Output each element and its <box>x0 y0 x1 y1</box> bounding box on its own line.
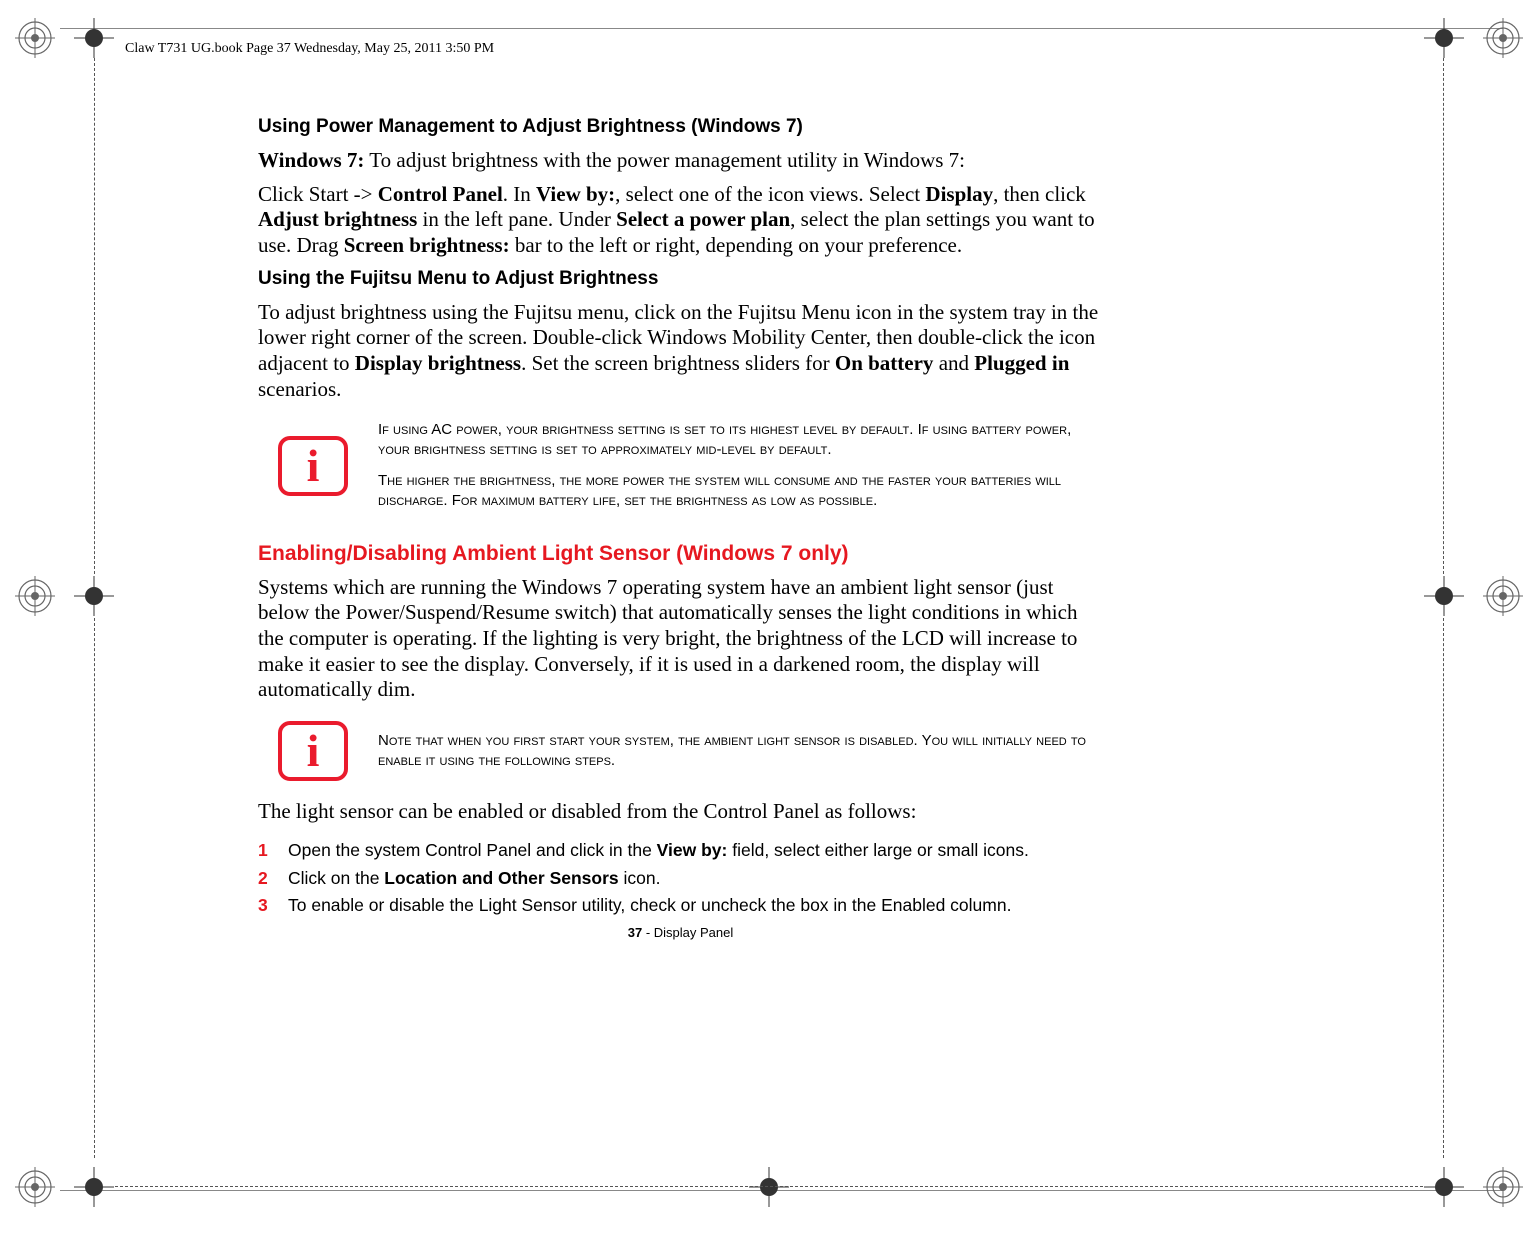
text: . Set the screen brightness sliders for <box>521 351 835 375</box>
step-1: 1 Open the system Control Panel and clic… <box>258 840 1103 861</box>
register-mark-icon <box>1483 18 1523 58</box>
bold-display-brightness: Display brightness <box>355 351 521 375</box>
note2-p1: Note that when you first start your syst… <box>378 731 1093 772</box>
text: and <box>933 351 974 375</box>
frame-line-top <box>60 28 1503 29</box>
text: Open the system Control Panel and click … <box>288 840 657 860</box>
guide-line <box>1443 618 1444 1158</box>
text: scenarios. <box>258 377 341 401</box>
crosshair-mark-icon <box>1424 576 1464 616</box>
step-number: 1 <box>258 840 270 861</box>
text: , then click <box>993 182 1086 206</box>
text: To adjust brightness with the power mana… <box>364 148 965 172</box>
step-text: Open the system Control Panel and click … <box>288 840 1103 861</box>
bold-plugged-in: Plugged in <box>974 351 1069 375</box>
note1-p1: If using AC power, your brightness setti… <box>378 420 1093 461</box>
crosshair-mark-icon <box>74 18 114 58</box>
page-footer: 37 - Display Panel <box>258 925 1103 941</box>
guide-line <box>94 58 95 574</box>
note-text-1: If using AC power, your brightness setti… <box>378 420 1093 511</box>
page-number: 37 <box>628 925 642 940</box>
para-win7-intro: Windows 7: To adjust brightness with the… <box>258 148 1103 174</box>
running-header: Claw T731 UG.book Page 37 Wednesday, May… <box>125 41 494 57</box>
info-glyph: i <box>307 728 320 774</box>
bold-select-plan: Select a power plan <box>616 207 790 231</box>
heading-ambient-sensor: Enabling/Disabling Ambient Light Sensor … <box>258 541 1103 567</box>
register-mark-icon <box>15 18 55 58</box>
crosshair-mark-icon <box>1424 1167 1464 1207</box>
info-icon: i <box>278 436 348 496</box>
text: , select one of the icon views. Select <box>615 182 925 206</box>
register-mark-icon <box>1483 576 1523 616</box>
bold-screen-brightness: Screen brightness: <box>344 233 510 257</box>
page-content: Using Power Management to Adjust Brightn… <box>258 115 1103 940</box>
note-box-1: i If using AC power, your brightness set… <box>258 420 1103 511</box>
text: Click on the <box>288 868 384 888</box>
note-box-2: i Note that when you first start your sy… <box>258 721 1103 781</box>
step-3: 3 To enable or disable the Light Sensor … <box>258 895 1103 916</box>
step-list: 1 Open the system Control Panel and clic… <box>258 840 1103 916</box>
guide-line <box>94 618 95 1158</box>
step-number: 3 <box>258 895 270 916</box>
footer-label: - Display Panel <box>642 925 733 940</box>
crosshair-mark-icon <box>749 1167 789 1207</box>
text: icon. <box>619 868 661 888</box>
step-text: Click on the Location and Other Sensors … <box>288 868 1103 889</box>
bold-adjust-brightness: Adjust brightness <box>258 207 417 231</box>
bold-view-by: View by: <box>657 840 728 860</box>
guide-line <box>115 1186 1423 1187</box>
crosshair-mark-icon <box>1424 18 1464 58</box>
step-number: 2 <box>258 868 270 889</box>
heading-power-mgmt: Using Power Management to Adjust Brightn… <box>258 115 1103 138</box>
text: in the left pane. Under <box>417 207 616 231</box>
para-fujitsu: To adjust brightness using the Fujitsu m… <box>258 300 1103 402</box>
bold-display: Display <box>925 182 993 206</box>
text: bar to the left or right, depending on y… <box>510 233 963 257</box>
register-mark-icon <box>15 1167 55 1207</box>
text: field, select either large or small icon… <box>727 840 1029 860</box>
register-mark-icon <box>15 576 55 616</box>
note-text-2: Note that when you first start your syst… <box>378 731 1093 772</box>
guide-line <box>1443 58 1444 574</box>
label-win7: Windows 7: <box>258 148 364 172</box>
info-glyph: i <box>307 443 320 489</box>
para-enable-intro: The light sensor can be enabled or disab… <box>258 799 1103 825</box>
info-icon: i <box>278 721 348 781</box>
register-mark-icon <box>1483 1167 1523 1207</box>
text: Click Start -> <box>258 182 378 206</box>
bold-on-battery: On battery <box>835 351 934 375</box>
step-text: To enable or disable the Light Sensor ut… <box>288 895 1103 916</box>
bold-control-panel: Control Panel <box>378 182 503 206</box>
step-2: 2 Click on the Location and Other Sensor… <box>258 868 1103 889</box>
para-win7-steps: Click Start -> Control Panel. In View by… <box>258 182 1103 259</box>
para-ambient: Systems which are running the Windows 7 … <box>258 575 1103 703</box>
note1-p2: The higher the brightness, the more powe… <box>378 471 1093 512</box>
crosshair-mark-icon <box>74 1167 114 1207</box>
bold-location-sensors: Location and Other Sensors <box>384 868 618 888</box>
bold-view-by: View by: <box>536 182 615 206</box>
heading-fujitsu-menu: Using the Fujitsu Menu to Adjust Brightn… <box>258 267 1103 290</box>
text: . In <box>503 182 536 206</box>
crosshair-mark-icon <box>74 576 114 616</box>
